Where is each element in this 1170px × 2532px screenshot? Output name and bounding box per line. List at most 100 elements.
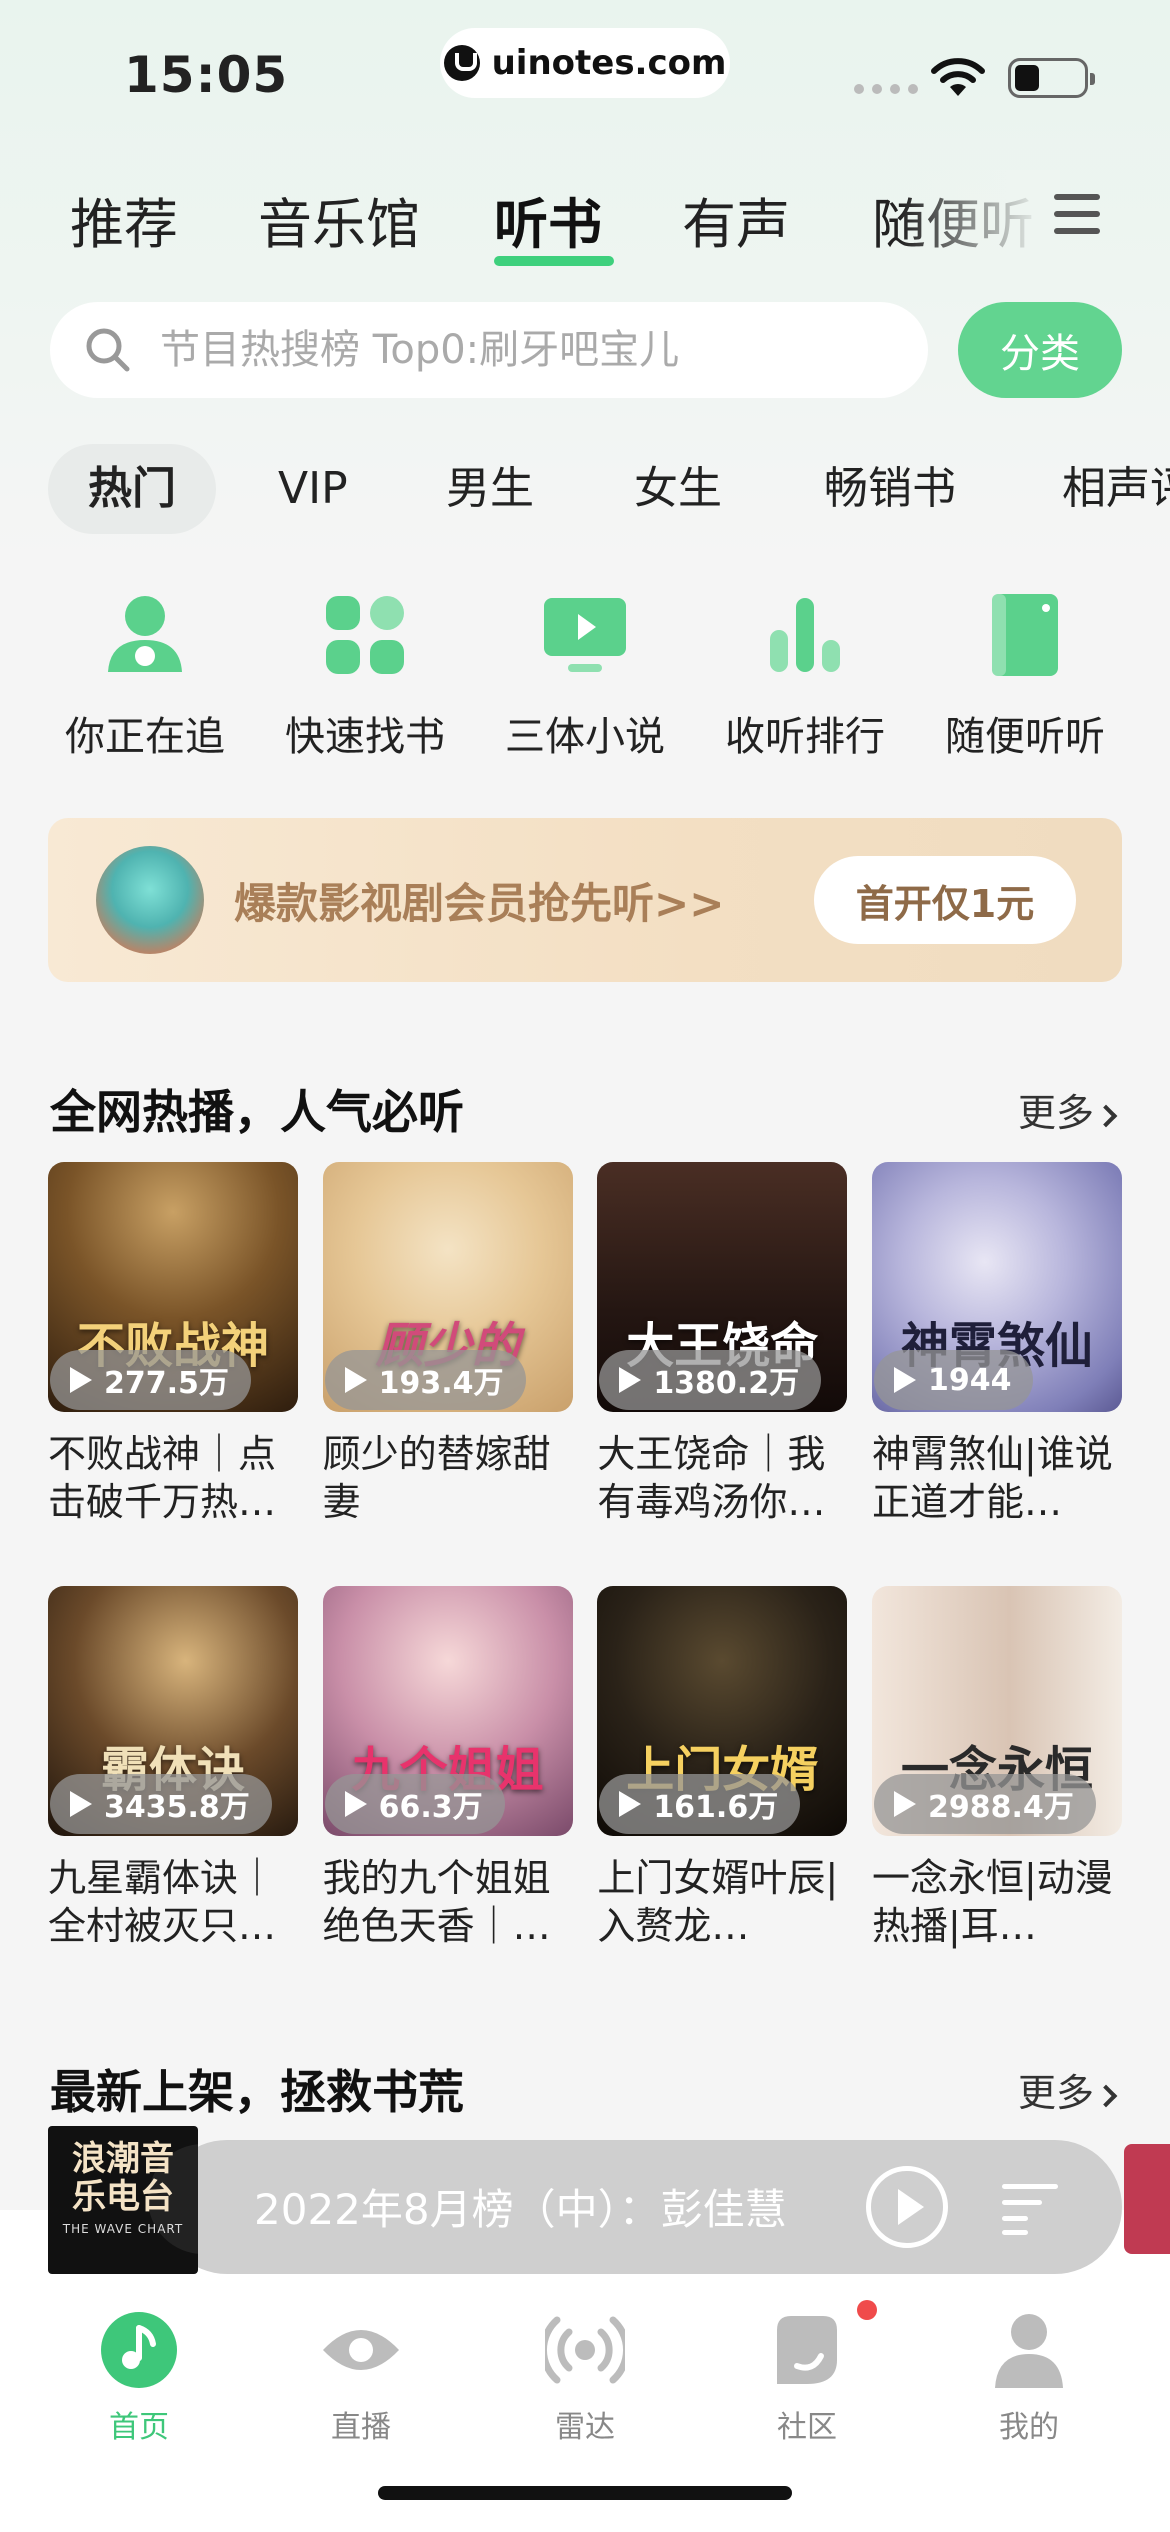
play-icon bbox=[344, 1791, 367, 1817]
book-title: 上门女婿叶辰|入赘龙… bbox=[597, 1856, 839, 1948]
nav-radar[interactable]: 雷达 bbox=[510, 2310, 660, 2446]
more-link-hot[interactable]: 更多 bbox=[1018, 1082, 1118, 1137]
play-icon bbox=[619, 1367, 642, 1393]
book-cover: 上门女婿 161.6万 bbox=[597, 1586, 848, 1836]
book-cover: 九个姐姐 66.3万 bbox=[322, 1586, 573, 1836]
play-icon bbox=[70, 1367, 92, 1393]
tab-audio[interactable]: 有声 bbox=[682, 180, 790, 259]
play-count-pill: 66.3万 bbox=[324, 1774, 505, 1834]
nav-label: 首页 bbox=[109, 2410, 169, 2445]
url-text: uinotes.com bbox=[491, 43, 727, 83]
url-pill: uinotes.com bbox=[440, 28, 730, 98]
community-icon-wrap bbox=[767, 2300, 877, 2390]
chip-male[interactable]: 男生 bbox=[446, 444, 534, 534]
quick-entry-following[interactable]: 你正在追 bbox=[50, 590, 240, 770]
nav-profile[interactable]: 我的 bbox=[954, 2310, 1104, 2446]
book-cover: 顾少的 193.4万 bbox=[322, 1162, 573, 1412]
album-art[interactable]: 浪潮音乐电台 THE WAVE CHART bbox=[48, 2126, 198, 2274]
tv-icon bbox=[544, 598, 626, 672]
category-button[interactable]: 分类 bbox=[958, 302, 1122, 398]
menu-icon[interactable] bbox=[1054, 194, 1100, 234]
play-count-pill: 2988.4万 bbox=[873, 1774, 1096, 1834]
top-tabs: 推荐 音乐馆 听书 有声 随便听 bbox=[0, 170, 1170, 270]
book-icon bbox=[992, 594, 1058, 676]
book-card[interactable]: 不败战神 277.5万 不败战神｜点击破千万热… bbox=[48, 1162, 298, 1526]
quick-entry-ranking[interactable]: 收听排行 bbox=[710, 590, 900, 770]
radar-icon bbox=[545, 2316, 625, 2384]
playlist-icon[interactable] bbox=[1002, 2178, 1062, 2238]
book-title: 大王饶命｜我有毒鸡汤你… bbox=[597, 1432, 826, 1524]
nav-label: 社区 bbox=[777, 2410, 837, 2445]
book-card[interactable]: 一念永恒 2988.4万 一念永恒|动漫热播|耳… bbox=[871, 1586, 1122, 1950]
grid-icon bbox=[326, 596, 404, 674]
home-music-icon bbox=[101, 2312, 177, 2388]
quick-entry-label: 三体小说 bbox=[505, 714, 665, 760]
play-count-pill: 161.6万 bbox=[599, 1774, 801, 1834]
search-bar[interactable] bbox=[50, 302, 928, 398]
eye-icon bbox=[323, 2330, 399, 2370]
tab-recommend[interactable]: 推荐 bbox=[70, 180, 178, 259]
book-card[interactable]: 九个姐姐 66.3万 我的九个姐姐绝色天香｜… bbox=[322, 1586, 573, 1950]
mini-player[interactable]: 2022年8月榜（中）：彭佳慧 bbox=[160, 2140, 1122, 2274]
chip-crosstalk[interactable]: 相声评 bbox=[1062, 444, 1170, 534]
play-count: 1944 bbox=[927, 1362, 1012, 1398]
tab-audiobooks[interactable]: 听书 bbox=[494, 180, 602, 259]
wifi-icon bbox=[931, 58, 985, 96]
book-row-1: 不败战神 277.5万 不败战神｜点击破千万热… 顾少的 193.4万 顾少的替… bbox=[48, 1162, 1122, 1526]
nav-home[interactable]: 首页 bbox=[64, 2310, 214, 2446]
quick-entry-find-books[interactable]: 快速找书 bbox=[270, 590, 460, 770]
nav-live[interactable]: 直播 bbox=[286, 2310, 436, 2446]
book-card[interactable]: 神霄煞仙 1944 神霄煞仙|谁说正道才能… bbox=[871, 1162, 1122, 1526]
play-count: 1380.2万 bbox=[653, 1366, 800, 1401]
book-card[interactable]: 顾少的 193.4万 顾少的替嫁甜妻 bbox=[322, 1162, 573, 1526]
play-icon bbox=[893, 1367, 916, 1393]
book-card[interactable]: 霸体诀 3435.8万 九星霸体诀｜全村被灭只… bbox=[48, 1586, 298, 1950]
quick-entries: 你正在追 快速找书 三体小说 收听排行 随便听听 bbox=[50, 590, 1120, 770]
promo-button[interactable]: 首开仅1元 bbox=[814, 856, 1076, 944]
book-card[interactable]: 上门女婿 161.6万 上门女婿叶辰|入赘龙… bbox=[597, 1586, 848, 1950]
book-card[interactable]: 大王饶命 1380.2万 大王饶命｜我有毒鸡汤你… bbox=[597, 1162, 848, 1526]
album-subtitle: THE WAVE CHART bbox=[62, 2222, 184, 2236]
search-input[interactable] bbox=[160, 327, 920, 373]
play-count-pill: 3435.8万 bbox=[50, 1774, 272, 1834]
more-label: 更多 bbox=[1018, 2071, 1095, 2115]
book-title: 神霄煞仙|谁说正道才能… bbox=[871, 1432, 1113, 1524]
book-row-2: 霸体诀 3435.8万 九星霸体诀｜全村被灭只… 九个姐姐 66.3万 我的九个… bbox=[48, 1586, 1122, 1950]
album-title: 浪潮音乐电台 bbox=[72, 2139, 174, 2217]
quick-entry-label: 随便听听 bbox=[945, 714, 1105, 760]
nav-label: 我的 bbox=[999, 2410, 1059, 2445]
nav-label: 雷达 bbox=[555, 2410, 615, 2445]
active-tab-indicator bbox=[494, 256, 614, 266]
player-track-title: 2022年8月榜（中）：彭佳慧 bbox=[254, 2185, 787, 2234]
vip-promo-banner[interactable]: 爆款影视剧会员抢先听>> 首开仅1元 bbox=[48, 818, 1122, 982]
quick-entry-three-body[interactable]: 三体小说 bbox=[490, 590, 680, 770]
filter-chips: 热门 VIP 男生 女生 畅销书 相声评 bbox=[0, 444, 1170, 534]
book-cover: 不败战神 277.5万 bbox=[48, 1162, 298, 1412]
play-count: 2988.4万 bbox=[927, 1790, 1074, 1825]
quick-entry-random-listen[interactable]: 随便听听 bbox=[930, 590, 1120, 770]
chip-vip[interactable]: VIP bbox=[278, 444, 348, 534]
tab-music-hall[interactable]: 音乐馆 bbox=[258, 180, 420, 259]
chip-bestseller[interactable]: 畅销书 bbox=[824, 444, 956, 534]
play-icon bbox=[344, 1367, 367, 1393]
book-title: 一念永恒|动漫热播|耳… bbox=[871, 1856, 1113, 1948]
more-link-new[interactable]: 更多 bbox=[1018, 2062, 1118, 2117]
book-cover: 神霄煞仙 1944 bbox=[871, 1162, 1122, 1412]
player-play-button[interactable] bbox=[866, 2166, 948, 2248]
chip-female[interactable]: 女生 bbox=[634, 444, 722, 534]
chip-hot[interactable]: 热门 bbox=[48, 444, 216, 534]
more-label: 更多 bbox=[1018, 1091, 1095, 1135]
section-title-hot: 全网热播，人气必听 bbox=[50, 1085, 464, 1139]
play-count: 277.5万 bbox=[104, 1366, 229, 1401]
community-icon bbox=[777, 2316, 837, 2384]
bar-chart-icon bbox=[770, 598, 840, 672]
play-count: 66.3万 bbox=[378, 1790, 483, 1825]
next-item-thumbnail bbox=[1124, 2144, 1170, 2254]
chevron-right-icon bbox=[1094, 2084, 1118, 2107]
nav-community[interactable]: 社区 bbox=[732, 2300, 882, 2446]
play-icon bbox=[893, 1791, 916, 1817]
chevron-right-icon bbox=[1094, 1104, 1118, 1127]
notification-badge bbox=[857, 2300, 877, 2320]
search-icon bbox=[86, 328, 130, 372]
book-title: 顾少的替嫁甜妻 bbox=[322, 1432, 551, 1524]
